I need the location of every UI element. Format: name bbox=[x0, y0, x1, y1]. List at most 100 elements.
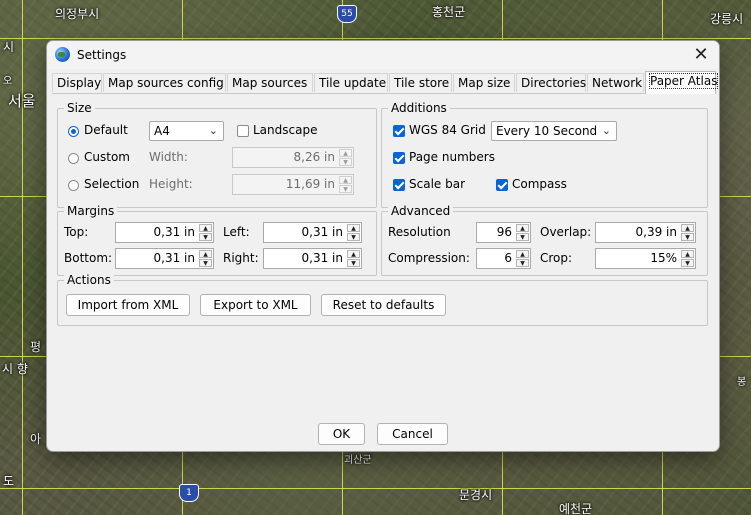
selection-label[interactable]: Selection bbox=[84, 176, 139, 192]
custom-radio[interactable] bbox=[68, 153, 79, 164]
wgs-grid-checkbox[interactable] bbox=[393, 125, 405, 137]
spin-down-icon[interactable]: ▼ bbox=[339, 158, 352, 166]
crop-spinner[interactable]: 15% ▲ ▼ bbox=[595, 248, 696, 269]
overlap-spinner[interactable]: 0,39 in ▲ ▼ bbox=[595, 222, 696, 243]
resolution-spinner[interactable]: 96 ▲ ▼ bbox=[476, 222, 531, 243]
spin-buttons: ▲ ▼ bbox=[347, 224, 360, 241]
tab-map-sources[interactable]: Map sources bbox=[227, 73, 313, 92]
spin-down-icon[interactable]: ▼ bbox=[681, 259, 694, 267]
spin-buttons: ▲ ▼ bbox=[199, 250, 212, 267]
close-button[interactable]: ✕ bbox=[689, 43, 713, 67]
default-radio[interactable] bbox=[68, 126, 79, 137]
page-numbers-label[interactable]: Page numbers bbox=[409, 149, 495, 165]
height-spinner[interactable]: 11,69 in ▲ ▼ bbox=[232, 174, 354, 195]
page-numbers-checkbox[interactable] bbox=[393, 152, 405, 164]
height-value: 11,69 in bbox=[285, 177, 335, 191]
spin-buttons: ▲ ▼ bbox=[516, 250, 529, 267]
import-xml-button[interactable]: Import from XML bbox=[66, 294, 190, 316]
tab-label: Map sources bbox=[232, 76, 308, 90]
scale-bar-checkbox[interactable] bbox=[393, 179, 405, 191]
spin-down-icon[interactable]: ▼ bbox=[681, 233, 694, 241]
export-xml-button[interactable]: Export to XML bbox=[200, 294, 311, 316]
spin-up-icon[interactable]: ▲ bbox=[339, 149, 352, 157]
route-55-shield-icon: 55 bbox=[337, 5, 357, 23]
spin-buttons: ▲ ▼ bbox=[339, 149, 352, 166]
width-spinner[interactable]: 8,26 in ▲ ▼ bbox=[232, 147, 354, 168]
spin-up-icon[interactable]: ▲ bbox=[339, 176, 352, 184]
custom-label[interactable]: Custom bbox=[84, 149, 130, 165]
tab-map-sources-config[interactable]: Map sources config bbox=[103, 73, 226, 92]
compression-value: 6 bbox=[504, 251, 512, 265]
right-margin-label: Right: bbox=[223, 251, 259, 265]
cancel-button[interactable]: Cancel bbox=[377, 423, 448, 445]
chevron-down-icon: ⌄ bbox=[601, 124, 611, 137]
spin-buttons: ▲ ▼ bbox=[199, 224, 212, 241]
wgs-grid-label[interactable]: WGS 84 Grid bbox=[409, 122, 486, 138]
spin-down-icon[interactable]: ▼ bbox=[199, 233, 212, 241]
spin-up-icon[interactable]: ▲ bbox=[681, 250, 694, 258]
spin-up-icon[interactable]: ▲ bbox=[347, 224, 360, 232]
spin-down-icon[interactable]: ▼ bbox=[199, 259, 212, 267]
grid-interval-value: Every 10 Second bbox=[496, 124, 598, 138]
compass-label[interactable]: Compass bbox=[512, 176, 567, 192]
width-label: Width: bbox=[149, 150, 188, 164]
bottom-margin-label: Bottom: bbox=[64, 251, 113, 265]
scale-bar-label[interactable]: Scale bar bbox=[409, 176, 465, 192]
tab-map-size[interactable]: Map size bbox=[453, 73, 515, 92]
tab-label: Directories bbox=[521, 76, 587, 90]
map-label-mungyeong: 문경시 bbox=[459, 488, 493, 502]
spin-up-icon[interactable]: ▲ bbox=[199, 250, 212, 258]
chevron-down-icon: ⌄ bbox=[208, 124, 218, 137]
spin-down-icon[interactable]: ▼ bbox=[347, 233, 360, 241]
compass-checkbox[interactable] bbox=[496, 179, 508, 191]
spin-up-icon[interactable]: ▲ bbox=[681, 224, 694, 232]
map-label-right: 봉 bbox=[737, 377, 747, 388]
spin-buttons: ▲ ▼ bbox=[339, 176, 352, 193]
spin-buttons: ▲ ▼ bbox=[681, 224, 694, 241]
grid-interval-select[interactable]: Every 10 Second ⌄ bbox=[491, 121, 617, 141]
top-margin-spinner[interactable]: 0,31 in ▲ ▼ bbox=[115, 222, 214, 243]
default-label[interactable]: Default bbox=[84, 122, 128, 138]
tab-paper-atlas[interactable]: Paper Atlas bbox=[645, 71, 719, 94]
spin-down-icon[interactable]: ▼ bbox=[347, 259, 360, 267]
tab-label: Paper Atlas bbox=[648, 73, 719, 89]
tab-display[interactable]: Display bbox=[52, 73, 102, 92]
map-label-sihyang: 시 향 bbox=[2, 362, 28, 376]
spin-up-icon[interactable]: ▲ bbox=[516, 224, 529, 232]
globe-app-icon bbox=[55, 47, 70, 62]
map-label-seoul: 서울 bbox=[8, 92, 36, 110]
landscape-label[interactable]: Landscape bbox=[253, 122, 317, 138]
ok-button[interactable]: OK bbox=[318, 423, 365, 445]
spin-up-icon[interactable]: ▲ bbox=[347, 250, 360, 258]
tab-network[interactable]: Network bbox=[587, 73, 644, 92]
paper-atlas-pane: Size Default A4 ⌄ Landscape Custom Width… bbox=[52, 94, 714, 412]
landscape-checkbox[interactable] bbox=[237, 125, 249, 137]
map-grid-line bbox=[22, 0, 23, 515]
spin-down-icon[interactable]: ▼ bbox=[516, 233, 529, 241]
compression-label: Compression: bbox=[388, 251, 470, 265]
spin-down-icon[interactable]: ▼ bbox=[339, 185, 352, 193]
selection-radio[interactable] bbox=[68, 180, 79, 191]
advanced-group: Advanced Resolution 96 ▲ ▼ Overlap: 0,39… bbox=[381, 204, 708, 276]
crop-value: 15% bbox=[650, 251, 677, 265]
compression-spinner[interactable]: 6 ▲ ▼ bbox=[476, 248, 531, 269]
reset-defaults-button[interactable]: Reset to defaults bbox=[321, 294, 446, 316]
tab-directories[interactable]: Directories bbox=[516, 73, 586, 92]
left-margin-spinner[interactable]: 0,31 in ▲ ▼ bbox=[263, 222, 362, 243]
tab-tile-store[interactable]: Tile store bbox=[389, 73, 452, 92]
route-1-shield-icon: 1 bbox=[179, 484, 199, 502]
resolution-label: Resolution bbox=[388, 225, 451, 239]
additions-group: Additions WGS 84 Grid Every 10 Second ⌄ … bbox=[381, 101, 708, 208]
spin-down-icon[interactable]: ▼ bbox=[516, 259, 529, 267]
bottom-margin-spinner[interactable]: 0,31 in ▲ ▼ bbox=[115, 248, 214, 269]
overlap-value: 0,39 in bbox=[635, 225, 677, 239]
tab-tile-update[interactable]: Tile update bbox=[314, 73, 388, 92]
tab-label: Display bbox=[57, 76, 102, 90]
spin-buttons: ▲ ▼ bbox=[516, 224, 529, 241]
spin-up-icon[interactable]: ▲ bbox=[516, 250, 529, 258]
paper-size-select[interactable]: A4 ⌄ bbox=[149, 121, 224, 141]
title-bar[interactable]: Settings ✕ bbox=[47, 41, 719, 69]
map-label-yecheon: 예천군 bbox=[559, 502, 593, 515]
right-margin-spinner[interactable]: 0,31 in ▲ ▼ bbox=[263, 248, 362, 269]
spin-up-icon[interactable]: ▲ bbox=[199, 224, 212, 232]
